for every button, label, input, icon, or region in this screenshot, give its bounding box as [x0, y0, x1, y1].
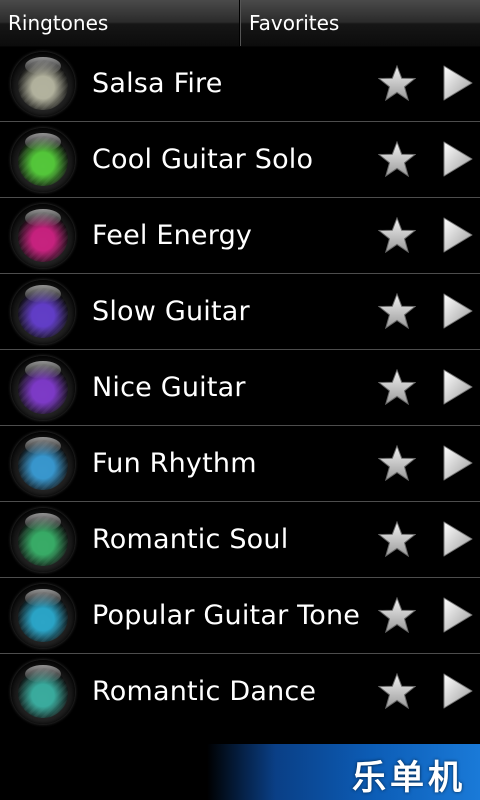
watermark-text: 乐单机	[352, 758, 466, 798]
ringtone-row[interactable]: Nice Guitar	[0, 350, 480, 426]
ringtone-row[interactable]: Romantic Soul	[0, 502, 480, 578]
ringtone-row[interactable]: Fun Rhythm	[0, 426, 480, 502]
star-icon[interactable]	[377, 216, 417, 254]
tab-bar: Ringtones Favorites	[0, 0, 480, 47]
ringtone-row[interactable]: Cool Guitar Solo	[0, 122, 480, 198]
ringtone-title: Nice Guitar	[92, 372, 246, 403]
play-icon[interactable]	[440, 444, 474, 482]
star-icon[interactable]	[377, 520, 417, 558]
tab-ringtones[interactable]: Ringtones	[0, 0, 240, 46]
play-icon[interactable]	[440, 520, 474, 558]
ringtone-title: Romantic Soul	[92, 524, 289, 555]
ringtone-row[interactable]: Salsa Fire	[0, 46, 480, 122]
star-icon[interactable]	[377, 672, 417, 710]
ringtone-row[interactable]: Popular Guitar Tone	[0, 578, 480, 654]
ringtone-artwork-icon	[11, 432, 75, 496]
ringtone-title: Fun Rhythm	[92, 448, 257, 479]
star-icon[interactable]	[377, 596, 417, 634]
ringtone-title: Popular Guitar Tone	[92, 600, 361, 631]
ringtone-artwork-icon	[11, 204, 75, 268]
play-icon[interactable]	[440, 672, 474, 710]
play-icon[interactable]	[440, 292, 474, 330]
star-icon[interactable]	[377, 292, 417, 330]
star-icon[interactable]	[377, 140, 417, 178]
star-icon[interactable]	[377, 64, 417, 102]
ringtone-artwork-icon	[11, 128, 75, 192]
star-icon[interactable]	[377, 368, 417, 406]
ringtone-artwork-icon	[11, 280, 75, 344]
tab-favorites[interactable]: Favorites	[240, 0, 480, 46]
ringtone-artwork-icon	[11, 660, 75, 724]
ringtone-artwork-icon	[11, 584, 75, 648]
ringtone-title: Feel Energy	[92, 220, 253, 251]
ringtone-title: Cool Guitar Solo	[92, 144, 314, 175]
ringtone-row[interactable]: Feel Energy	[0, 198, 480, 274]
ringtone-artwork-icon	[11, 508, 75, 572]
ringtone-artwork-icon	[11, 356, 75, 420]
ringtone-row[interactable]: Romantic Dance	[0, 654, 480, 730]
ringtone-title: Slow Guitar	[92, 296, 250, 327]
play-icon[interactable]	[440, 64, 474, 102]
play-icon[interactable]	[440, 140, 474, 178]
play-icon[interactable]	[440, 368, 474, 406]
play-icon[interactable]	[440, 216, 474, 254]
ringtone-list: Salsa Fire Cool Guitar Solo Feel Energy Slo…	[0, 46, 480, 730]
ringtone-row[interactable]: Slow Guitar	[0, 274, 480, 350]
watermark-banner: 乐单机	[207, 744, 480, 800]
play-icon[interactable]	[440, 596, 474, 634]
ringtone-title: Salsa Fire	[92, 68, 223, 99]
star-icon[interactable]	[377, 444, 417, 482]
ringtone-title: Romantic Dance	[92, 676, 317, 707]
ringtone-artwork-icon	[11, 52, 75, 116]
